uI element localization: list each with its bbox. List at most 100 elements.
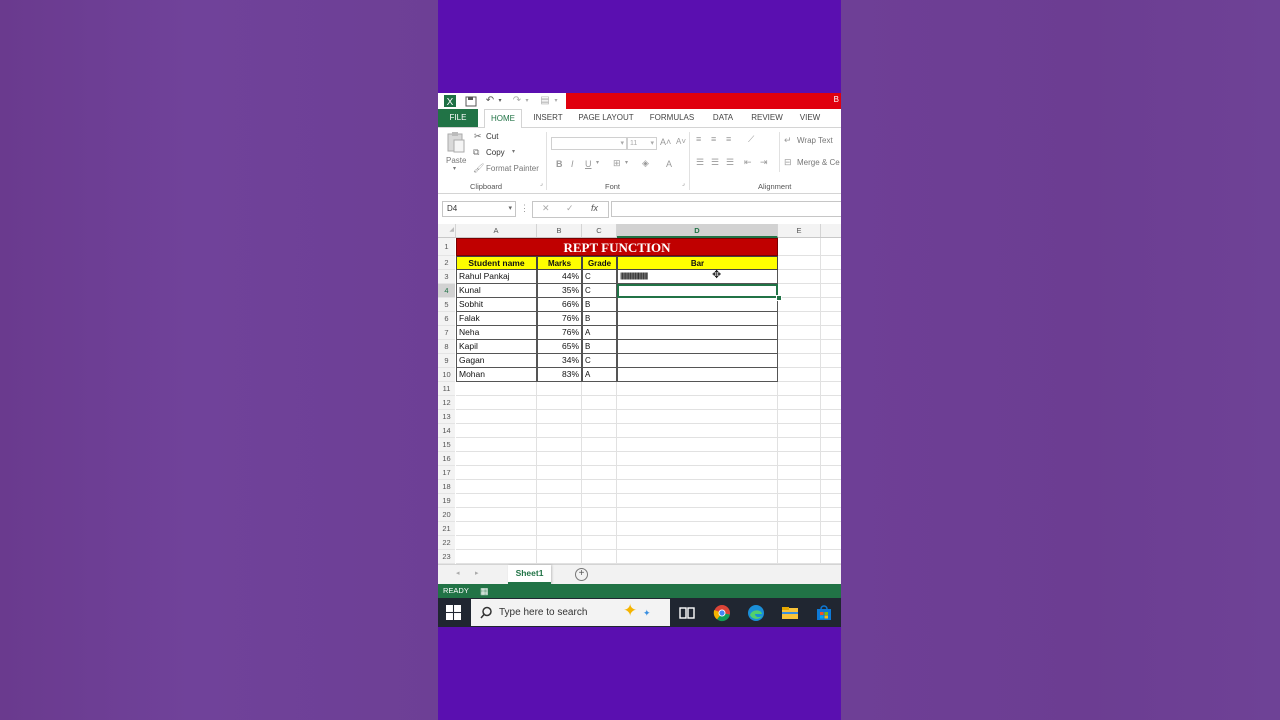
merge-center-button[interactable]: Merge & Ce — [797, 158, 840, 167]
windows-start-icon[interactable] — [446, 605, 461, 620]
orientation-icon[interactable]: ⟋ — [748, 134, 754, 145]
tab-page-layout[interactable]: PAGE LAYOUT — [576, 109, 636, 127]
row-header[interactable]: 9 — [438, 354, 455, 368]
add-sheet-icon[interactable]: + — [575, 568, 588, 581]
row-header[interactable]: 10 — [438, 368, 455, 382]
student-name-cell[interactable]: Rahul Pankaj — [456, 270, 537, 284]
row-header[interactable]: 20 — [438, 508, 455, 522]
format-painter-button[interactable]: Format Painter — [486, 164, 539, 173]
grade-cell[interactable]: C — [582, 354, 617, 368]
grade-cell[interactable]: B — [582, 298, 617, 312]
shrink-font-icon[interactable]: A˅ — [676, 137, 686, 146]
header-marks[interactable]: Marks — [537, 256, 582, 270]
font-name-box[interactable]: ▾ — [551, 137, 627, 150]
row-header[interactable]: 14 — [438, 424, 455, 438]
column-header-a[interactable]: A — [456, 224, 537, 237]
row-header[interactable]: 5 — [438, 298, 455, 312]
chrome-icon[interactable] — [713, 604, 731, 622]
file-explorer-icon[interactable] — [781, 604, 799, 622]
copy-dropdown-icon[interactable]: ▾ — [512, 148, 515, 155]
save-icon[interactable] — [465, 94, 477, 108]
grow-font-icon[interactable]: A˄ — [660, 137, 671, 147]
clipboard-launcher-icon[interactable]: ⌟ — [540, 180, 543, 187]
row-header[interactable]: 4 — [438, 284, 455, 298]
column-header-f[interactable] — [821, 224, 841, 237]
redo-icon[interactable]: ↷ — [511, 94, 523, 108]
bar-cell[interactable] — [617, 368, 778, 382]
active-cell[interactable] — [617, 284, 778, 298]
row-header[interactable]: 3 — [438, 270, 455, 284]
tab-view[interactable]: VIEW — [796, 109, 824, 127]
prev-sheet-icon[interactable]: ◂ — [456, 569, 460, 577]
bar-cell[interactable]: ||||||||||||||||||||||||||||||||||||||||… — [617, 270, 778, 284]
fill-color-icon[interactable]: ◈ — [642, 158, 649, 169]
column-header-e[interactable]: E — [778, 224, 821, 237]
redo-dropdown-icon[interactable]: ▾ — [523, 94, 531, 108]
row-header[interactable]: 12 — [438, 396, 455, 410]
marks-cell[interactable]: 35% — [537, 284, 582, 298]
align-center-icon[interactable]: ☰ — [711, 157, 719, 168]
row-header[interactable]: 11 — [438, 382, 455, 396]
italic-icon[interactable]: I — [571, 159, 574, 169]
row-header[interactable]: 2 — [438, 256, 455, 270]
bold-icon[interactable]: B — [556, 159, 563, 169]
edge-icon[interactable] — [747, 604, 765, 622]
student-name-cell[interactable]: Kapil — [456, 340, 537, 354]
grade-cell[interactable]: C — [582, 284, 617, 298]
row-header[interactable]: 17 — [438, 466, 455, 480]
tab-home[interactable]: HOME — [484, 109, 522, 129]
row-header[interactable]: 7 — [438, 326, 455, 340]
bar-cell[interactable] — [617, 298, 778, 312]
student-name-cell[interactable]: Mohan — [456, 368, 537, 382]
row-header[interactable]: 22 — [438, 536, 455, 550]
paste-dropdown-icon[interactable]: ▾ — [453, 165, 456, 172]
wrap-text-button[interactable]: Wrap Text — [797, 136, 833, 145]
title-cell[interactable]: REPT FUNCTION — [456, 238, 778, 256]
taskbar-search-box[interactable]: Type here to search ✦ ✦ — [471, 599, 670, 626]
bar-cell[interactable] — [617, 340, 778, 354]
row-header[interactable]: 6 — [438, 312, 455, 326]
row-header[interactable]: 21 — [438, 522, 455, 536]
row-header[interactable]: 19 — [438, 494, 455, 508]
decrease-indent-icon[interactable]: ⇤ — [744, 157, 752, 168]
row-header[interactable]: 16 — [438, 452, 455, 466]
align-bottom-icon[interactable]: ≡ — [726, 134, 731, 144]
underline-dropdown-icon[interactable]: ▾ — [596, 159, 599, 166]
student-name-cell[interactable]: Kunal — [456, 284, 537, 298]
tab-insert[interactable]: INSERT — [530, 109, 566, 127]
row-header[interactable]: 13 — [438, 410, 455, 424]
bar-cell[interactable] — [617, 326, 778, 340]
student-name-cell[interactable]: Sobhit — [456, 298, 537, 312]
increase-indent-icon[interactable]: ⇥ — [760, 157, 768, 168]
task-view-icon[interactable] — [678, 604, 696, 622]
row-header[interactable]: 15 — [438, 438, 455, 452]
enter-icon[interactable]: ✓ — [566, 203, 574, 214]
align-top-icon[interactable]: ≡ — [696, 134, 701, 144]
column-header-d[interactable]: D — [617, 224, 778, 238]
customize-qat-icon[interactable]: ▾ — [552, 94, 560, 108]
cancel-icon[interactable]: ✕ — [542, 203, 550, 214]
tab-formulas[interactable]: FORMULAS — [646, 109, 698, 127]
name-box-dropdown-icon[interactable]: ▾ — [508, 202, 512, 216]
tab-data[interactable]: DATA — [708, 109, 738, 127]
marks-cell[interactable]: 65% — [537, 340, 582, 354]
grade-cell[interactable]: C — [582, 270, 617, 284]
column-header-b[interactable]: B — [537, 224, 582, 237]
student-name-cell[interactable]: Neha — [456, 326, 537, 340]
tab-review[interactable]: REVIEW — [748, 109, 786, 127]
grade-cell[interactable]: A — [582, 368, 617, 382]
microsoft-store-icon[interactable] — [815, 604, 833, 622]
fill-handle[interactable] — [776, 295, 782, 301]
select-all-corner[interactable]: ◢ — [438, 224, 456, 237]
insert-function-icon[interactable]: fx — [591, 203, 598, 213]
row-header[interactable]: 1 — [438, 238, 455, 256]
align-right-icon[interactable]: ☰ — [726, 157, 734, 168]
underline-icon[interactable]: U — [585, 159, 592, 169]
form-icon[interactable]: ▤ — [538, 94, 552, 108]
paste-icon[interactable] — [447, 131, 465, 153]
marks-cell[interactable]: 44% — [537, 270, 582, 284]
student-name-cell[interactable]: Falak — [456, 312, 537, 326]
align-middle-icon[interactable]: ≡ — [711, 134, 716, 144]
grade-cell[interactable]: A — [582, 326, 617, 340]
sheet-tab-sheet1[interactable]: Sheet1 — [508, 565, 551, 584]
